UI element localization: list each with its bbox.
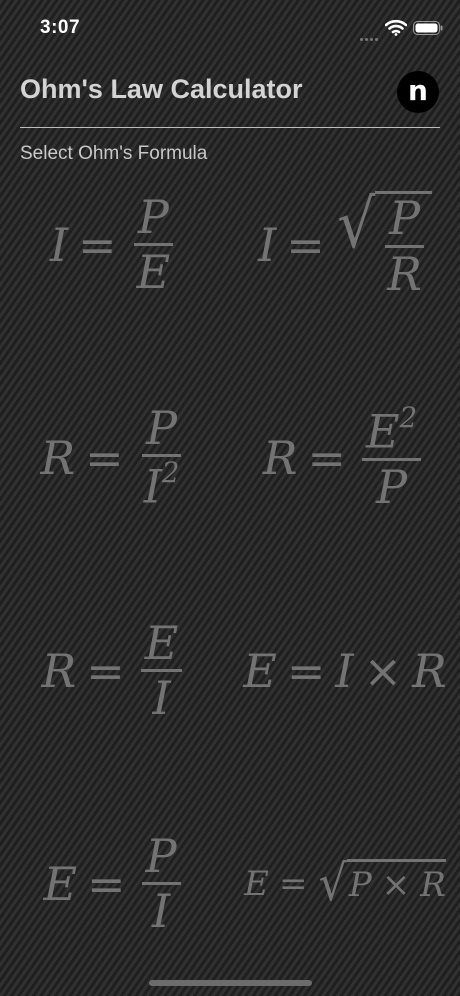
status-time: 3:07	[40, 17, 81, 38]
denominator: I	[151, 884, 171, 938]
wifi-icon	[385, 19, 407, 36]
formula-lhs: R	[40, 430, 76, 485]
app-logo-button[interactable]: n	[397, 71, 439, 113]
radicand: P R	[375, 191, 432, 298]
equals-sign: =	[286, 643, 326, 698]
formula-r-e-over-i[interactable]: R = E I	[0, 564, 230, 777]
exponent: 2	[399, 400, 418, 434]
home-indicator[interactable]	[149, 980, 312, 986]
formula-lhs: E	[43, 856, 78, 911]
formula-lhs: I	[49, 217, 69, 272]
header-divider	[20, 127, 440, 128]
factor-a: P	[348, 864, 372, 905]
exponent: 2	[161, 456, 180, 490]
equals-sign: =	[78, 217, 117, 272]
formula-list[interactable]: I = P E I = √ P R R = P I2 R = E2 P R = …	[0, 170, 460, 950]
denominator: E	[136, 245, 171, 299]
factor-b: R	[412, 643, 447, 698]
radical-icon: √	[336, 185, 376, 264]
factor-b: R	[420, 864, 446, 905]
formula-r-e-squared-over-p[interactable]: R = E2 P	[230, 351, 460, 564]
denominator: I2	[140, 457, 184, 511]
factor-a: I	[335, 643, 354, 698]
equals-sign: =	[307, 430, 347, 485]
logo-icon: n	[408, 74, 428, 107]
equals-sign: =	[86, 643, 125, 698]
equals-sign: =	[85, 430, 124, 485]
battery-icon	[413, 21, 443, 35]
square-root: √ P × R	[317, 853, 446, 912]
times-sign: ×	[363, 643, 403, 698]
denominator: I	[152, 671, 171, 725]
formula-i-p-over-e[interactable]: I = P E	[0, 170, 230, 351]
numerator: E2	[362, 400, 422, 461]
numerator: P	[385, 194, 425, 248]
fraction: E2 P	[362, 400, 422, 514]
fraction: E I	[140, 618, 183, 725]
app-header: Ohm's Law Calculator n	[20, 66, 440, 122]
formula-lhs: R	[41, 643, 77, 698]
denominator: P	[376, 459, 408, 514]
status-bar: 3:07	[0, 0, 460, 56]
formula-i-sqrt-p-over-r[interactable]: I = √ P R	[230, 170, 460, 351]
section-label: Select Ohm's Formula	[20, 143, 208, 164]
radical-icon: √	[319, 853, 348, 912]
equals-sign: =	[87, 856, 126, 911]
denominator-base: I	[143, 459, 162, 514]
formula-e-i-times-r[interactable]: E = I × R	[230, 564, 460, 777]
formula-e-p-over-i[interactable]: E = P I	[0, 777, 230, 950]
formula-e-sqrt-p-times-r[interactable]: E = √ P × R	[230, 777, 460, 950]
equals-sign: =	[286, 217, 325, 272]
denominator: R	[387, 246, 422, 301]
formula-lhs: I	[258, 217, 277, 272]
fraction: P E	[133, 192, 175, 299]
numerator-base: E	[366, 404, 400, 459]
page-title: Ohm's Law Calculator	[20, 74, 303, 104]
times-sign: ×	[381, 864, 411, 905]
formula-lhs: E	[243, 643, 277, 698]
numerator: P	[133, 192, 173, 246]
fraction: P I2	[140, 404, 184, 511]
numerator: P	[142, 404, 182, 458]
radicand: P × R	[346, 858, 446, 908]
cellular-signal-icon	[360, 28, 382, 41]
numerator: P	[141, 831, 181, 885]
numerator: E	[140, 618, 183, 672]
square-root: √ P R	[335, 191, 432, 298]
equals-sign: =	[278, 863, 308, 904]
formula-lhs: R	[262, 430, 298, 485]
fraction: P I	[141, 831, 181, 938]
fraction: P R	[383, 194, 426, 298]
formula-grid: I = P E I = √ P R R = P I2 R = E2 P R = …	[0, 170, 460, 950]
formula-lhs: E	[244, 863, 269, 904]
formula-r-p-over-i-squared[interactable]: R = P I2	[0, 351, 230, 564]
